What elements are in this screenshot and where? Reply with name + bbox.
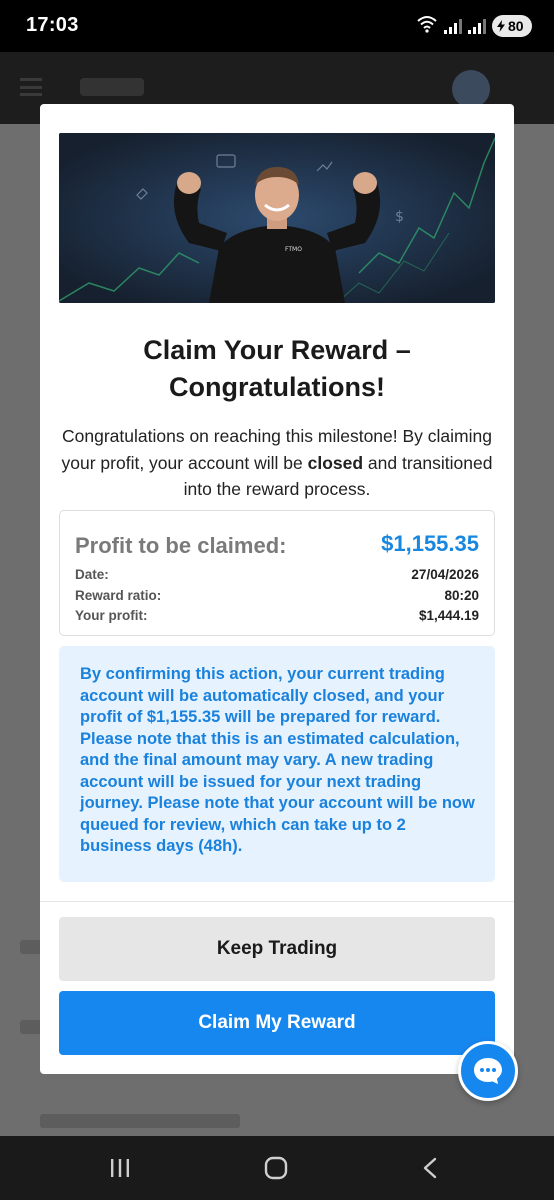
- keep-trading-button[interactable]: Keep Trading: [59, 917, 495, 981]
- home-icon[interactable]: [256, 1152, 296, 1184]
- battery-level: 80: [508, 18, 524, 34]
- hero-image: $ FTMO: [59, 133, 495, 303]
- app-logo: [80, 78, 144, 96]
- detail-value: $1,444.19: [418, 608, 479, 623]
- status-bar: 17:03 80: [0, 0, 554, 52]
- detail-value: 27/04/2026: [411, 567, 479, 582]
- status-time: 17:03: [26, 14, 79, 36]
- claim-reward-modal: $ FTMO Claim Your Reward – Congratulatio…: [40, 104, 514, 1074]
- detail-row-date: Date: 27/04/2026: [75, 567, 479, 585]
- modal-title: Claim Your Reward – Congratulations!: [143, 335, 411, 402]
- confirmation-notice: By confirming this action, your current …: [59, 646, 495, 882]
- detail-row-reward-ratio: Reward ratio: 80:20: [75, 588, 479, 606]
- avatar: [452, 70, 490, 108]
- divider: [40, 901, 514, 902]
- hero-logo-text: FTMO: [285, 246, 302, 253]
- description-bold: closed: [307, 452, 364, 473]
- system-nav-bar: [0, 1136, 554, 1200]
- recent-apps-icon[interactable]: [100, 1152, 140, 1184]
- modal-description: Congratulations on reaching this milesto…: [60, 423, 494, 503]
- detail-row-your-profit: Your profit: $1,444.19: [75, 608, 479, 626]
- back-icon[interactable]: [410, 1152, 450, 1184]
- menu-icon: [20, 78, 42, 96]
- detail-label: Reward ratio:: [75, 588, 162, 603]
- chat-button[interactable]: [458, 1041, 518, 1101]
- detail-value: 80:20: [444, 588, 479, 603]
- signal-icon: [444, 18, 462, 34]
- detail-label: Date:: [75, 567, 109, 582]
- detail-label: Your profit:: [75, 608, 148, 623]
- wifi-icon: [416, 15, 438, 38]
- profit-label: Profit to be claimed:: [75, 533, 287, 558]
- charging-icon: [497, 20, 505, 32]
- chat-bubble-icon: [474, 1058, 502, 1084]
- signal-icon: [468, 18, 486, 34]
- backdrop-line: [40, 1114, 240, 1128]
- svg-text:$: $: [395, 209, 404, 225]
- profit-amount: $1,155.35: [381, 531, 479, 556]
- status-icons: 80: [416, 15, 532, 37]
- battery-icon: 80: [492, 15, 532, 37]
- profit-summary-card: Profit to be claimed: $1,155.35 Date: 27…: [59, 510, 495, 636]
- claim-my-reward-button[interactable]: Claim My Reward: [59, 991, 495, 1055]
